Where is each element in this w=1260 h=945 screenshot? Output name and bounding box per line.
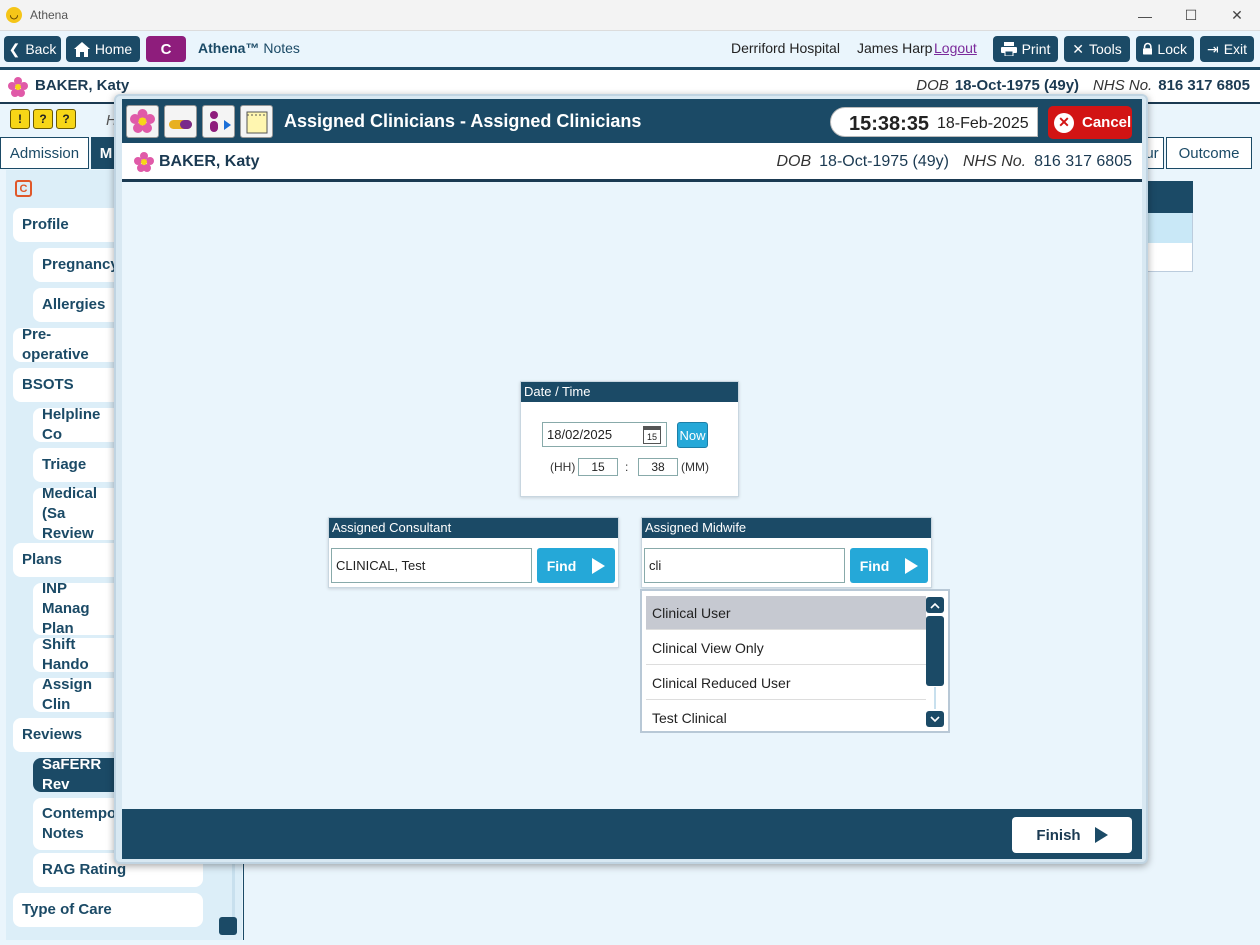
nav-item-helpline[interactable]: Helpline Co — [33, 406, 123, 443]
window-title: Athena — [30, 8, 69, 22]
finish-button[interactable]: Finish — [1012, 817, 1132, 853]
tab-outcome[interactable]: Outcome — [1166, 137, 1252, 169]
nav-item-shift-handover[interactable]: Shift Hando — [33, 636, 123, 673]
dropdown-scrollbar[interactable] — [926, 597, 944, 727]
minute-input[interactable]: 38 — [638, 458, 678, 476]
nav-item-type-of-care[interactable]: Type of Care — [13, 893, 203, 927]
alert-icon-strip: ! ? ? — [10, 109, 76, 129]
hospital-name: Derriford Hospital — [731, 40, 840, 56]
hh-label: (HH) — [550, 460, 576, 474]
tools-icon: ✕ — [1072, 40, 1085, 57]
logout-link[interactable]: Logout — [934, 40, 977, 56]
play-arrow-icon — [1094, 827, 1108, 843]
clock-time: 15:38:35 — [849, 113, 930, 135]
exit-icon: ⇥ — [1206, 40, 1219, 57]
nav-item-pregnancy[interactable]: Pregnancy — [33, 248, 123, 282]
nav-item-plans[interactable]: Plans — [13, 543, 123, 577]
scroll-down-icon[interactable] — [926, 711, 944, 727]
clock-date: 18-Feb-2025 — [937, 115, 1029, 132]
help-icon[interactable]: ? — [33, 109, 53, 129]
lock-button[interactable]: Lock — [1136, 36, 1194, 62]
maximize-icon[interactable]: ☐ — [1168, 0, 1214, 31]
flower-icon[interactable] — [126, 105, 159, 138]
nav-item-allergies[interactable]: Allergies — [33, 288, 123, 322]
tools-button[interactable]: ✕ Tools — [1064, 36, 1130, 62]
chevron-left-icon: ❮ — [8, 40, 21, 57]
person-arrow-icon[interactable] — [202, 105, 235, 138]
midwife-panel-title: Assigned Midwife — [642, 518, 931, 538]
modal-patient-banner: BAKER, Katy DOB 18-Oct-1975 (49y) NHS No. 8… — [122, 143, 1142, 182]
home-button[interactable]: Home — [66, 36, 140, 62]
lock-icon — [1143, 42, 1153, 55]
patient-identifiers: DOB 18-Oct-1975 (49y) NHS No. 816 317 6805 — [916, 77, 1250, 94]
nav-item-inp-plan[interactable]: INP Manag Plan — [33, 580, 123, 637]
nav-item-saferr-review[interactable]: SaFERR Rev — [33, 756, 123, 793]
print-button[interactable]: Print — [993, 36, 1058, 62]
dropdown-option[interactable]: Test Clinical — [646, 701, 926, 735]
c-button[interactable]: C — [146, 36, 186, 62]
nav-item-pre-operative[interactable]: Pre-operative — [13, 326, 123, 363]
c-mini-icon: C — [15, 180, 32, 197]
date-input[interactable]: 18/02/2025 15 — [542, 422, 667, 447]
modal-header: Assigned Clinicians - Assigned Clinician… — [122, 99, 1142, 143]
patient-name: BAKER, Katy — [35, 77, 130, 94]
nav-scroll-down-icon[interactable] — [219, 917, 237, 935]
dropdown-option[interactable]: Clinical Reduced User — [646, 666, 926, 700]
flower-icon — [134, 152, 154, 172]
window-controls: — ☐ ✕ — [1122, 0, 1260, 31]
scroll-up-icon[interactable] — [926, 597, 944, 613]
pill-icon[interactable] — [164, 105, 197, 138]
close-icon[interactable]: ✕ — [1214, 0, 1260, 31]
now-button[interactable]: Now — [677, 422, 708, 448]
nav-item-contemporaneous-notes[interactable]: Contempor Notes — [33, 798, 123, 850]
back-button[interactable]: ❮ Back — [4, 36, 61, 62]
alert-icon[interactable]: ! — [10, 109, 30, 129]
scroll-track — [934, 687, 936, 709]
app-toolbar: ❮ Back Home C Athena™ Notes Derriford Hos… — [0, 31, 1260, 67]
flower-icon — [8, 77, 28, 97]
dropdown-option[interactable]: Clinical User — [646, 596, 926, 630]
midwife-suggestions-dropdown: Clinical User Clinical View Only Clinica… — [640, 589, 950, 733]
nav-item-assign-clinicians[interactable]: Assign Clin — [33, 676, 123, 713]
consultant-panel-title: Assigned Consultant — [329, 518, 618, 538]
help-icon[interactable]: ? — [56, 109, 76, 129]
home-icon — [73, 41, 90, 57]
athena-logo-icon: ◡ — [6, 7, 22, 23]
exit-button[interactable]: ⇥ Exit — [1200, 36, 1254, 62]
printer-icon — [1000, 42, 1017, 56]
patient-name: BAKER, Katy — [159, 153, 260, 170]
nav-item-profile[interactable]: Profile — [13, 208, 123, 242]
play-arrow-icon — [905, 557, 919, 574]
close-circle-icon: ✕ — [1054, 112, 1074, 133]
nav-item-bsots[interactable]: BSOTS — [13, 368, 123, 402]
time-colon: : — [625, 460, 629, 474]
consultant-input[interactable]: CLINICAL, Test — [331, 548, 532, 583]
calendar-icon[interactable]: 15 — [643, 426, 661, 444]
hour-input[interactable]: 15 — [578, 458, 618, 476]
datetime-panel-title: Date / Time — [521, 382, 738, 402]
nav-item-reviews[interactable]: Reviews — [13, 718, 123, 752]
midwife-input[interactable]: cli — [644, 548, 845, 583]
nav-item-triage[interactable]: Triage — [33, 448, 123, 482]
cancel-button[interactable]: ✕ Cancel — [1048, 106, 1132, 139]
nav-item-medical-review[interactable]: Medical (Sa Review — [33, 485, 123, 542]
midwife-find-button[interactable]: Find — [850, 548, 928, 583]
notepad-icon[interactable] — [240, 105, 273, 138]
dropdown-option[interactable]: Clinical View Only — [646, 631, 926, 665]
tab-admission[interactable]: Admission — [0, 137, 89, 169]
clock-display: 15:38:35 18-Feb-2025 — [830, 107, 1038, 137]
scroll-thumb[interactable] — [926, 616, 944, 686]
app-name: Athena™ Notes — [198, 40, 300, 56]
os-titlebar: ◡ Athena — ☐ ✕ — [0, 0, 1260, 31]
play-arrow-icon — [592, 557, 606, 574]
user-name: James Harp — [857, 40, 933, 56]
mm-label: (MM) — [681, 460, 709, 474]
modal-footer: Finish — [122, 809, 1142, 859]
patient-identifiers: DOB 18-Oct-1975 (49y) NHS No. 816 317 6805 — [776, 153, 1132, 170]
minimize-icon[interactable]: — — [1122, 0, 1168, 31]
consultant-find-button[interactable]: Find — [537, 548, 615, 583]
modal-title: Assigned Clinicians - Assigned Clinician… — [284, 111, 642, 131]
